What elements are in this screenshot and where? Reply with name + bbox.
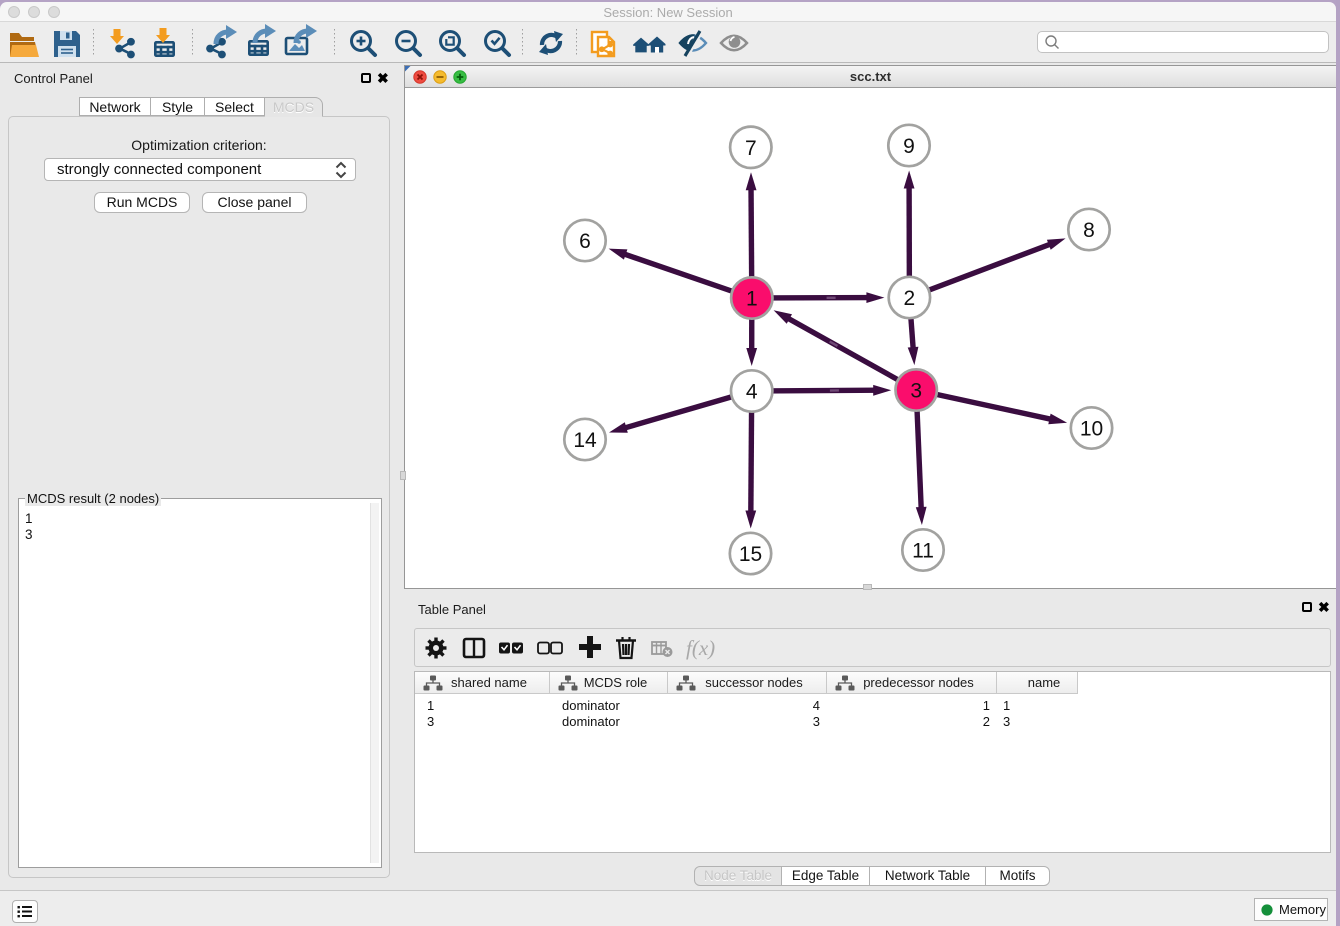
svg-text:10: 10 [1080, 418, 1103, 441]
svg-text:9: 9 [903, 135, 915, 158]
svg-text:15: 15 [739, 543, 762, 566]
svg-text:14: 14 [573, 429, 597, 452]
svg-text:2: 2 [904, 287, 916, 310]
svg-text:1: 1 [746, 288, 758, 311]
svg-text:6: 6 [579, 230, 591, 253]
svg-text:11: 11 [912, 540, 934, 563]
svg-text:4: 4 [746, 381, 758, 404]
svg-text:3: 3 [910, 380, 922, 403]
svg-text:8: 8 [1083, 219, 1095, 242]
svg-text:7: 7 [745, 137, 757, 160]
svg-text:f(x): f(x) [686, 636, 715, 660]
